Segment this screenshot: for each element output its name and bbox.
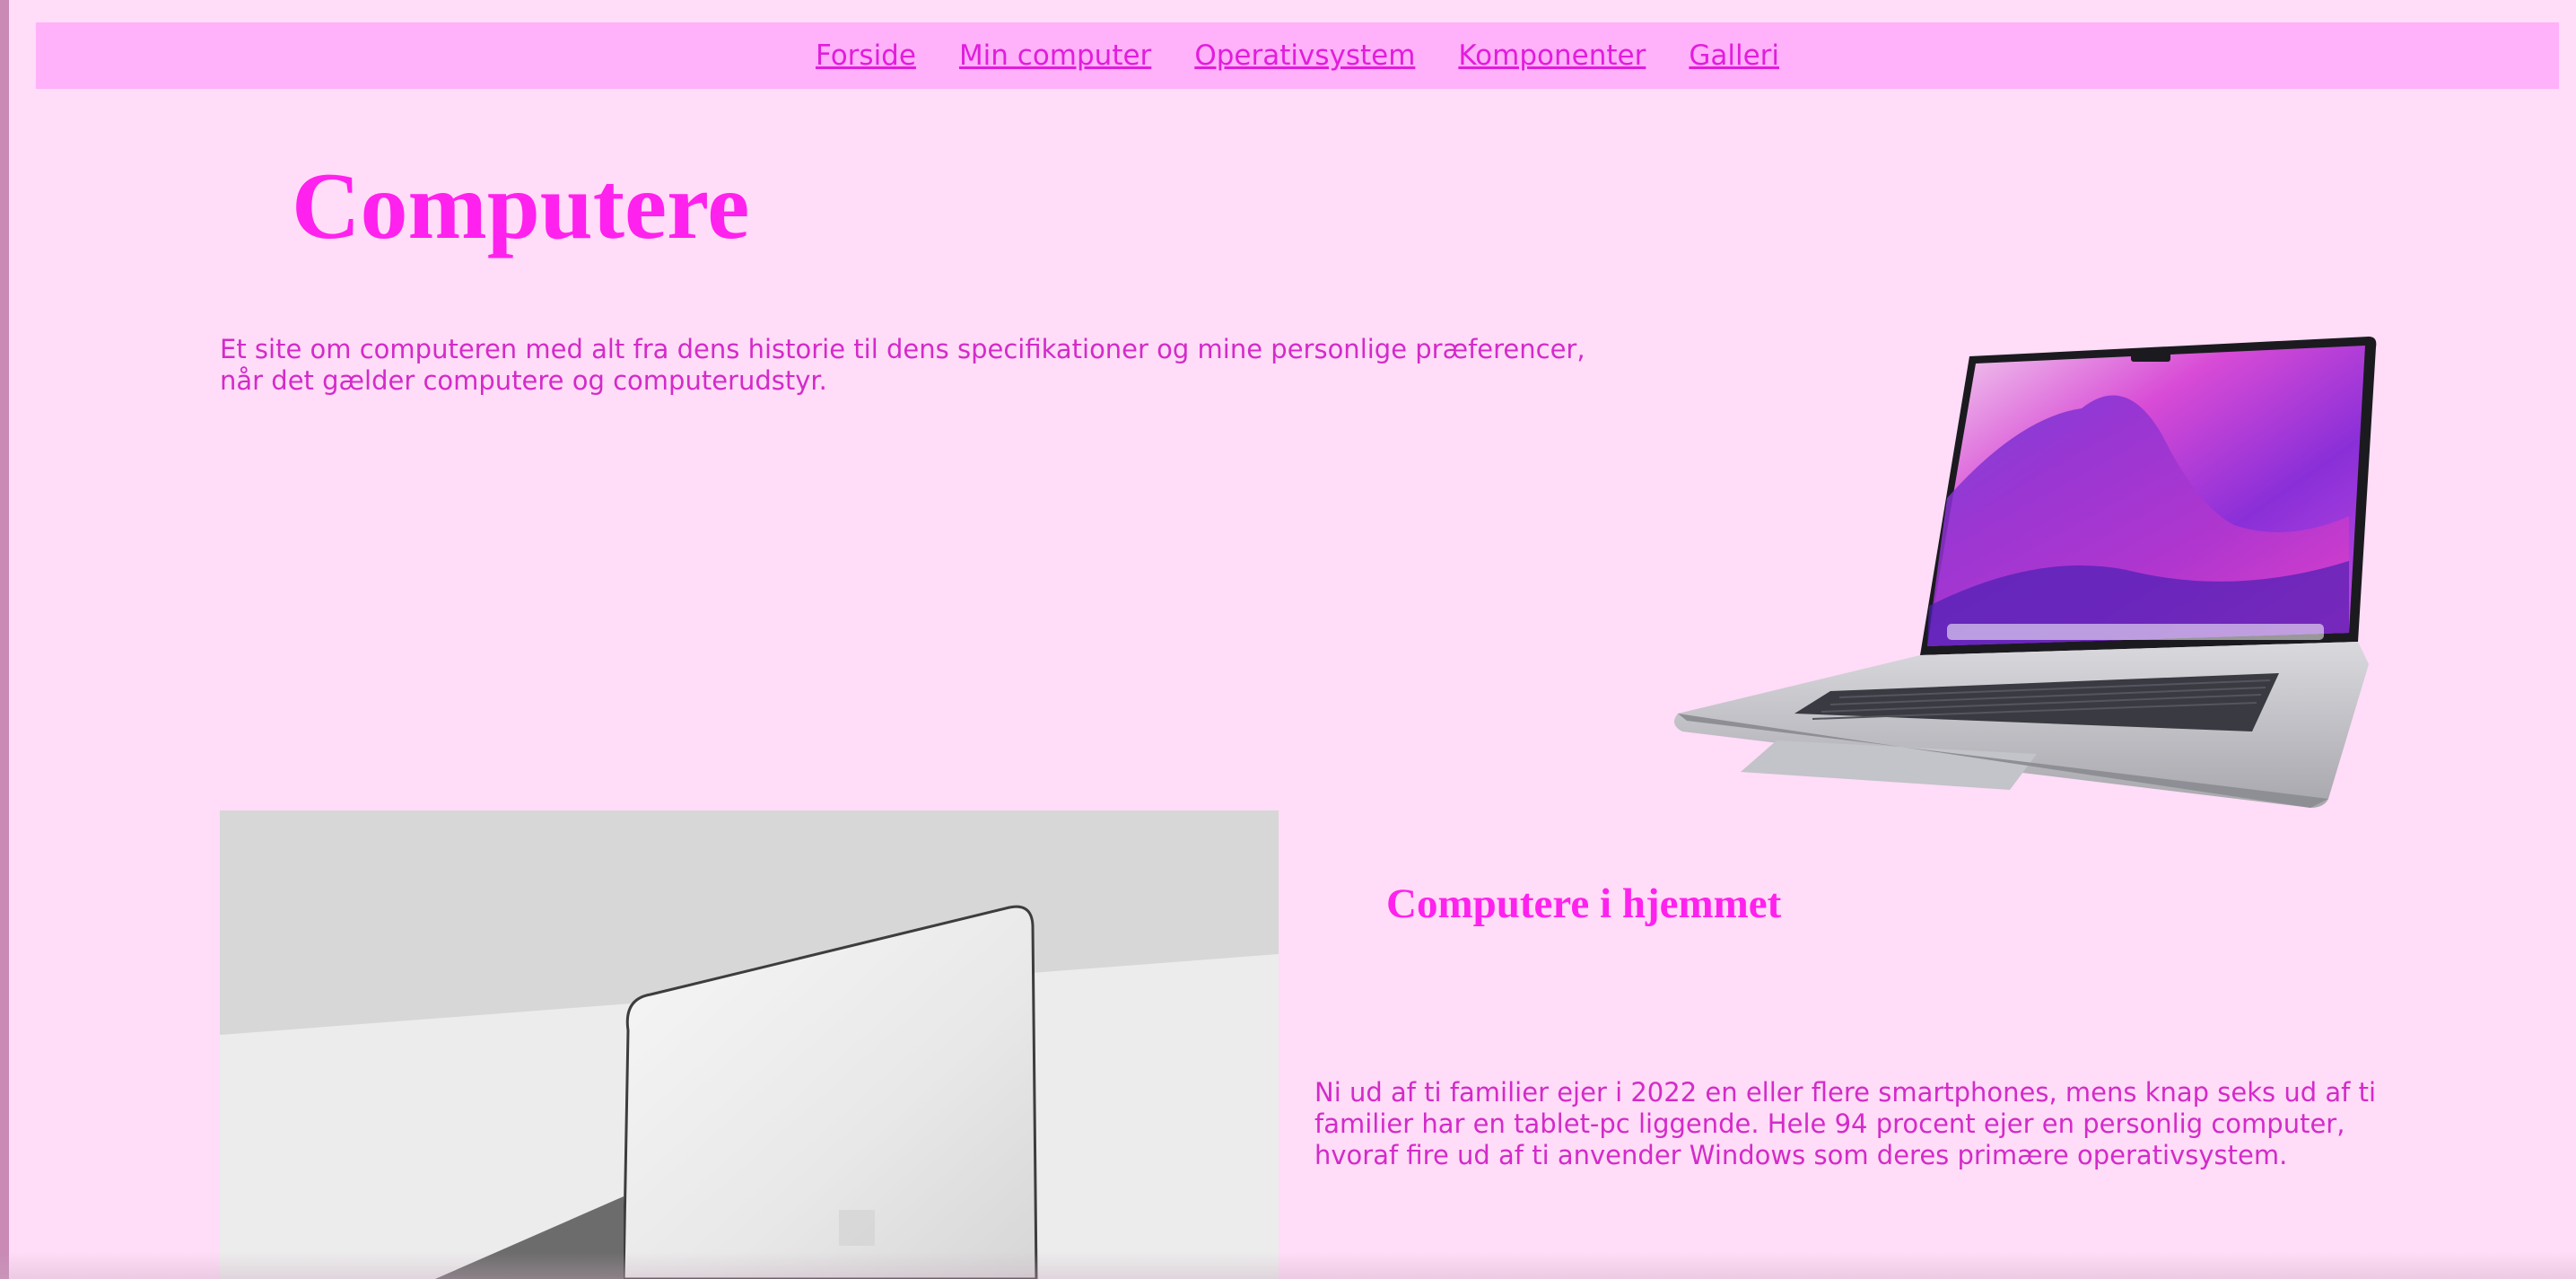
laptop-photo xyxy=(220,810,1279,1279)
section-text: Ni ud af ti familier ejer i 2022 en elle… xyxy=(1314,1077,2377,1170)
nav-link-forside[interactable]: Forside xyxy=(816,39,916,72)
section-title: Computere i hjemmet xyxy=(1386,880,1782,927)
nav-link-komponenter[interactable]: Komponenter xyxy=(1458,39,1646,72)
laptop-illustration xyxy=(1674,337,2377,808)
window-edge xyxy=(0,0,9,1279)
nav-link-operativsystem[interactable]: Operativsystem xyxy=(1194,39,1415,72)
top-navigation: Forside Min computer Operativsystem Komp… xyxy=(36,22,2559,89)
page-title: Computere xyxy=(292,153,750,258)
surface-laptop-image xyxy=(220,810,1279,1279)
intro-text: Et site om computeren med alt fra dens h… xyxy=(220,334,1585,396)
nav-link-min-computer[interactable]: Min computer xyxy=(959,39,1151,72)
nav-link-galleri[interactable]: Galleri xyxy=(1689,39,1779,72)
